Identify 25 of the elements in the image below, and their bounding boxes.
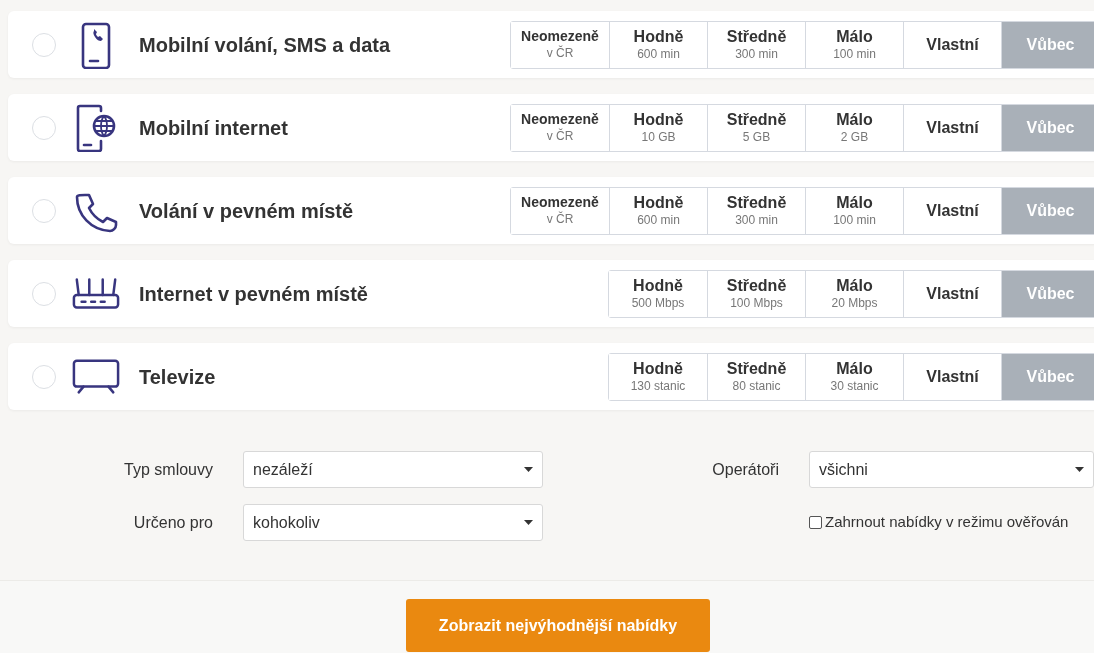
service-title: Internet v pevném místě — [139, 281, 368, 307]
radio-button[interactable] — [32, 364, 56, 389]
router-icon — [72, 276, 120, 311]
service-title: Mobilní volání, SMS a data — [139, 32, 391, 58]
phone-call-icon — [80, 20, 112, 69]
checkbox-label: Zahrnout nabídky v režimu ověřován — [825, 512, 1069, 533]
service-title: Televize — [139, 364, 216, 390]
phone-globe-icon — [74, 103, 118, 152]
radio-button[interactable] — [32, 281, 56, 306]
tv-icon — [72, 357, 120, 396]
radio-button[interactable] — [32, 198, 56, 223]
service-title: Volání v pevném místě — [139, 198, 354, 224]
field-label: Operátoři — [711, 459, 779, 480]
contract-type-select[interactable]: nezáleží — [243, 451, 543, 488]
radio-button[interactable] — [32, 32, 56, 57]
service-title: Mobilní internet — [139, 115, 288, 141]
intended-for-select[interactable]: kohokoliv — [243, 504, 543, 541]
caret-icon — [524, 467, 533, 472]
caret-icon — [1075, 467, 1084, 472]
field-label: Určeno pro — [132, 512, 213, 533]
checkbox[interactable] — [809, 516, 822, 529]
radio-button[interactable] — [32, 115, 56, 140]
field-label: Typ smlouvy — [123, 459, 213, 480]
caret-icon — [524, 520, 533, 525]
operators-select[interactable]: všichni — [809, 451, 1094, 488]
